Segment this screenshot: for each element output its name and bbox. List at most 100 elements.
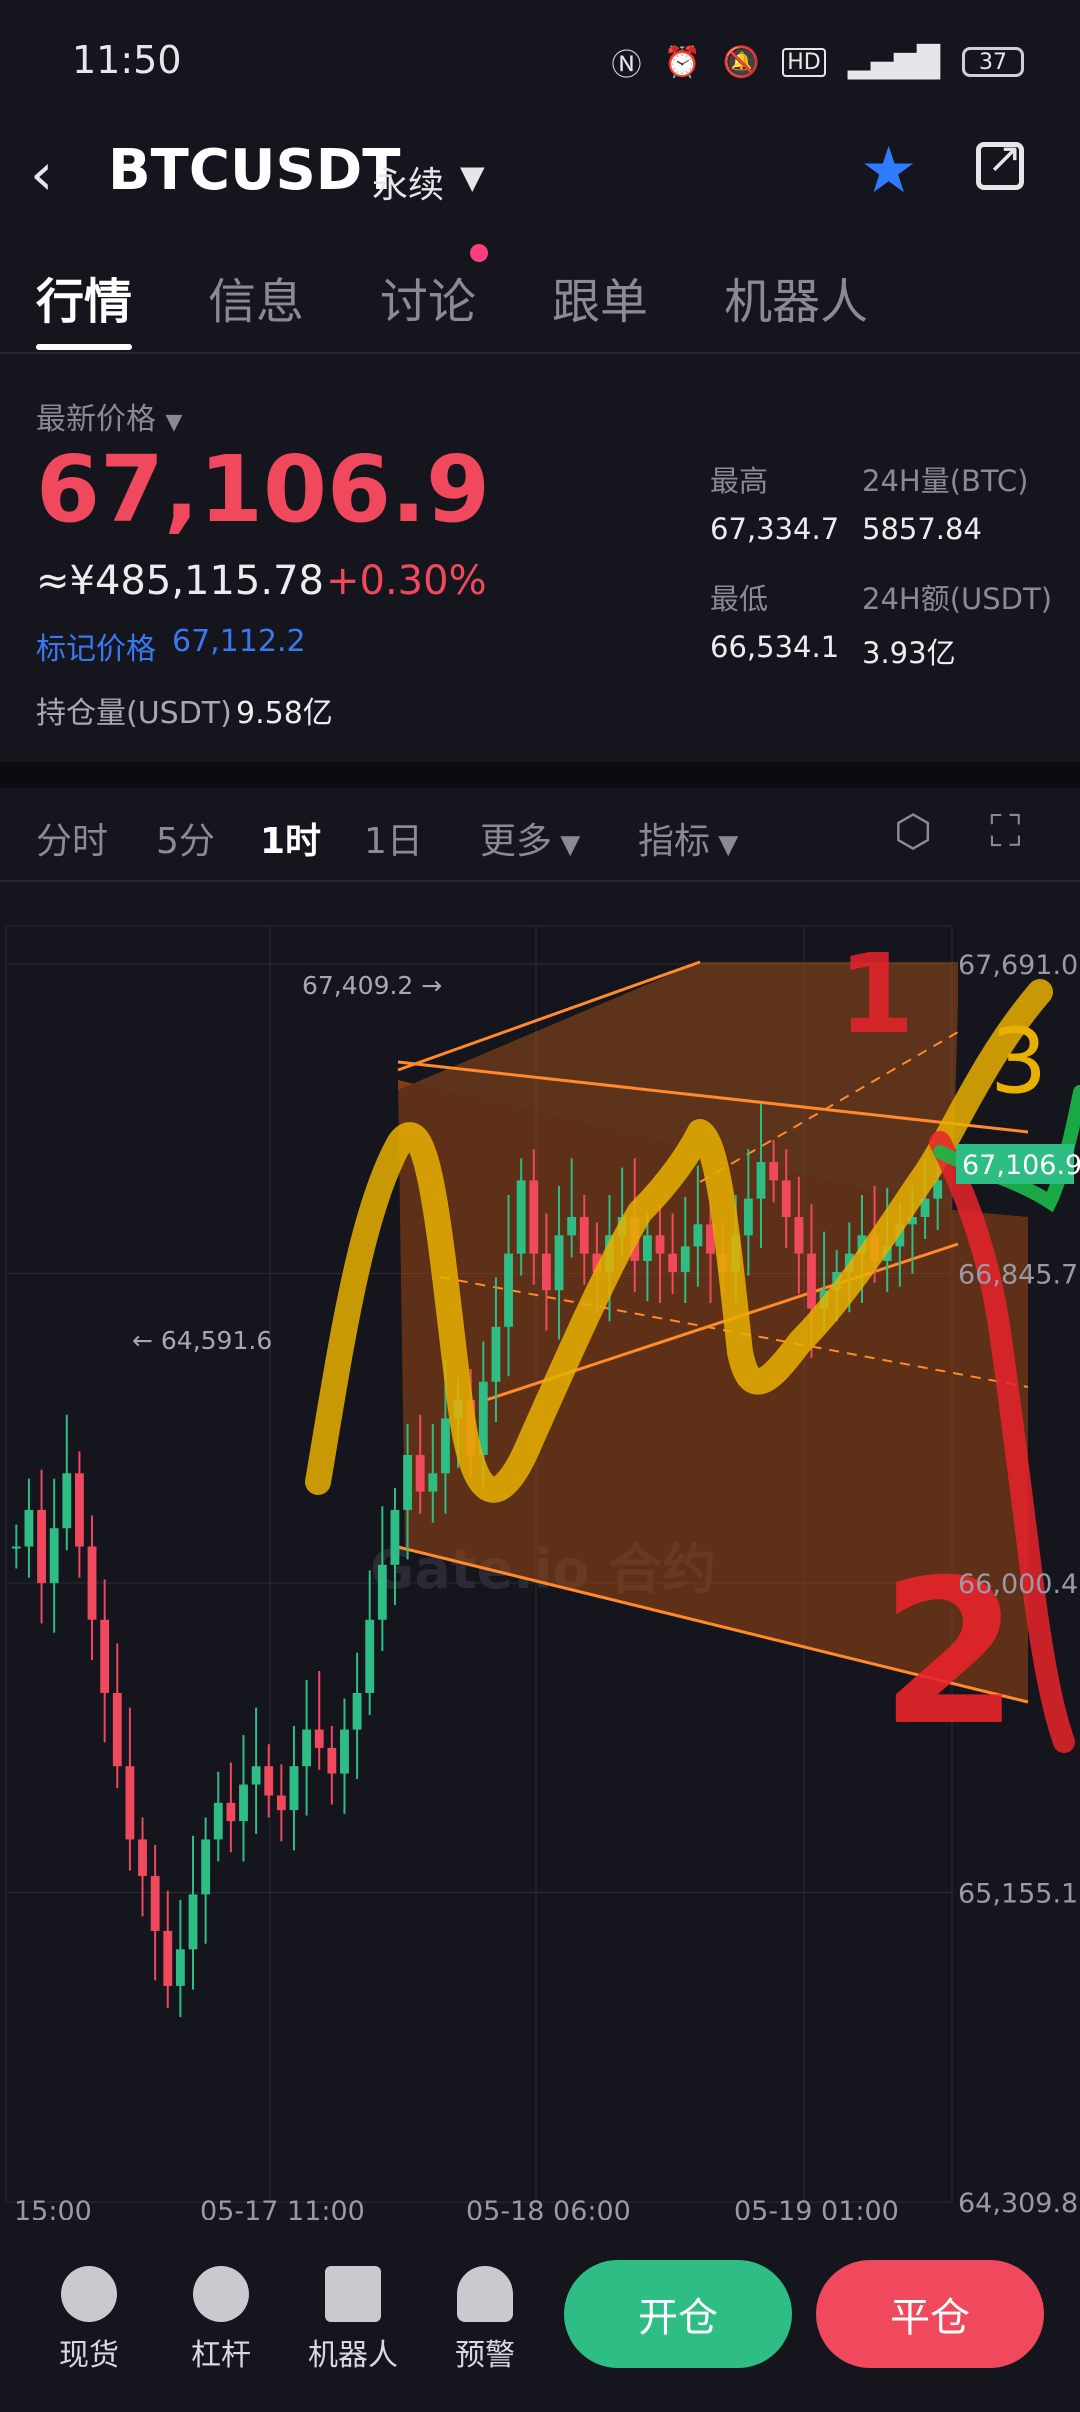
nfc-icon: Ⓝ [611,48,642,83]
candle-body [175,1949,185,1986]
candle-body [100,1619,110,1693]
candle-body [428,1473,438,1492]
discussion-badge [470,244,488,262]
open-position-button[interactable]: 开仓 [564,2260,792,2368]
top-tabs: 行情 信息 讨论 跟单 机器人 [36,262,944,350]
symbol-dropdown-icon[interactable]: ▼ [460,158,485,196]
current-price-label: 67,106.9 [962,1150,1080,1181]
share-icon[interactable] [976,133,1024,190]
vol-btc-value: 5857.84 [862,512,982,546]
close-position-button[interactable]: 平仓 [816,2260,1044,2368]
candle-body [352,1692,362,1730]
symbol-title[interactable]: BTCUSDT [108,138,400,203]
candle-body [655,1235,665,1254]
vol-btc-label: 24H量(BTC) [862,464,1029,498]
candle-body [794,1217,804,1254]
leverage-icon [193,2266,249,2322]
annotation-1: 1 [838,930,915,1058]
favorite-star-icon[interactable]: ★ [860,134,917,208]
tab-copy-trade[interactable]: 跟单 [552,262,648,332]
candle-body [62,1473,72,1529]
candle-body [403,1454,412,1510]
candle-body [769,1162,779,1181]
y-axis: 67,691.0 66,845.7 66,000.4 65,155.1 64,309.8 [958,950,1078,2219]
open-interest: 9.58亿 [236,696,333,731]
high-marker: 67,409.2 → [302,971,442,1000]
candle-body [377,1564,387,1620]
candle-body [37,1509,46,1584]
candle-body [693,1224,703,1247]
low-value: 66,534.1 [710,630,840,664]
low-label: 最低 [710,582,769,616]
nav-spot[interactable]: 现货 [34,2266,144,2374]
status-time: 11:50 [72,38,182,82]
candle-body [516,1180,526,1254]
bot-chart-icon [325,2266,381,2322]
bitcoin-icon [61,2266,117,2322]
tf-line[interactable]: 分时 [36,812,108,864]
candle-body [138,1839,147,1877]
status-icons: Ⓝ ⏰ 🔕 HD ▂▄▆█ 37 [611,40,1024,84]
annotation-3: 3 [990,1009,1047,1114]
candle-body [415,1454,425,1492]
y-tick-label: 67,691.0 [958,950,1078,981]
candle-body [314,1729,324,1748]
tab-bot[interactable]: 机器人 [724,262,868,332]
candle-body [163,1930,173,1986]
candle-body [49,1528,59,1584]
vol-usdt-label: 24H额(USDT) [862,582,1053,616]
high-value: 67,334.7 [710,512,840,546]
candle-body [213,1802,223,1840]
x-tick-label: 05-18 06:00 [466,2196,631,2220]
chart-settings-icon[interactable]: ⬡ [894,806,932,857]
candle-body [112,1692,122,1767]
x-tick-label: 05-19 01:00 [734,2196,899,2220]
candle-body [87,1546,97,1620]
candle-body [302,1729,312,1767]
candle-body [251,1766,261,1785]
alarm-icon: ⏰ [663,44,701,80]
open-interest-label: 持仓量(USDT) [36,696,232,731]
last-price-label[interactable]: 最新价格 ▼ [36,394,182,438]
candle-body [150,1876,160,1931]
candle-body [11,1546,21,1549]
candle-body [542,1253,551,1291]
fullscreen-icon[interactable]: ⛶ [990,806,1021,857]
candle-body [125,1766,135,1840]
nav-margin[interactable]: 杠杆 [166,2266,276,2374]
candle-body [201,1839,211,1895]
indicators-button[interactable]: 指标 ▼ [638,812,738,864]
signal-5g-icon: ▂▄▆█ [847,44,940,80]
x-tick-label: 05-17 11:00 [200,2196,365,2220]
low-marker: ← 64,591.6 [132,1326,272,1355]
tab-discussion[interactable]: 讨论 [380,262,476,332]
candle-body [680,1246,690,1272]
tf-1d[interactable]: 1日 [364,812,423,864]
y-tick-label: 64,309.8 [958,2188,1078,2219]
tf-5m[interactable]: 5分 [156,812,215,864]
back-icon[interactable]: ‹ [30,140,53,208]
candle-body [579,1217,589,1254]
candlestick-chart[interactable]: Gate.io 合约 1 2 3 67,409.2 → ← 64,591.6 6… [0,882,1080,2220]
tab-info[interactable]: 信息 [208,262,304,332]
alert-icon [457,2266,513,2322]
candle-body [756,1162,766,1199]
mute-icon: 🔕 [722,44,761,80]
cny-price: ≈¥485,115.78 [36,558,324,604]
candle-body [365,1619,375,1693]
nav-alert[interactable]: 预警 [430,2266,540,2374]
candle-body [807,1253,816,1309]
candle-body [504,1253,513,1327]
tf-more[interactable]: 更多 ▼ [480,812,580,864]
candle-body [188,1894,198,1950]
candle-body [327,1747,337,1774]
price-change: +0.30% [326,558,487,604]
tab-market[interactable]: 行情 [36,262,133,350]
nav-bot[interactable]: 机器人 [298,2266,408,2374]
tf-1h[interactable]: 1时 [260,812,321,864]
candle-body [340,1729,349,1774]
divider [0,352,1080,354]
candle-body [668,1253,678,1272]
contract-type[interactable]: 永续 [372,156,444,208]
y-tick-label: 66,000.4 [958,1569,1078,1600]
